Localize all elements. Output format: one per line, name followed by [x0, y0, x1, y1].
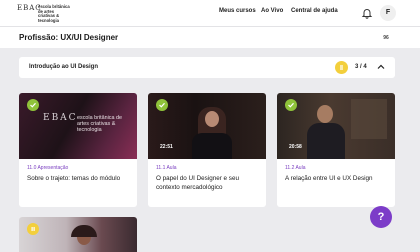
lesson-title[interactable]: A relação entre UI e UX Design [285, 174, 389, 183]
progress-indicator-icon [335, 61, 348, 74]
profession-bar: Profissão: UX/UI Designer 96 [0, 26, 420, 48]
lesson-title[interactable]: O papel do UI Designer e seu contexto me… [156, 174, 260, 192]
logo-text: escola britânica de artes criativas & te… [38, 4, 70, 23]
logo-mark: EBAC [17, 4, 42, 12]
video-duration: 22:51 [160, 144, 173, 150]
chevron-up-icon[interactable] [377, 63, 385, 71]
background-shelf [351, 99, 387, 139]
bell-icon[interactable] [361, 7, 373, 19]
presenter-face [317, 105, 333, 123]
lesson-card[interactable] [19, 217, 137, 252]
lesson-tag: 11.0 Apresentação [27, 165, 69, 171]
lesson-tag: 11.2 Aula [285, 165, 306, 171]
lesson-card[interactable]: 20:58 11.2 Aula A relação entre UI e UX … [277, 93, 395, 207]
nav-meus-cursos[interactable]: Meus cursos [219, 8, 256, 14]
lesson-tag: 11.1 Aula [156, 165, 177, 171]
video-duration: 20:58 [289, 144, 302, 150]
ebac-logo[interactable]: EBAC escola britânica de artes criativas… [17, 4, 70, 23]
lesson-card[interactable]: 22:51 11.1 Aula O papel do UI Designer e… [148, 93, 266, 207]
help-button[interactable]: ? [370, 206, 392, 228]
presenter-face [205, 111, 219, 127]
module-progress: 3 / 4 [355, 64, 367, 70]
module-accordion[interactable]: Introdução ao UI Design 3 / 4 [19, 57, 395, 78]
top-bar: EBAC escola britânica de artes criativas… [0, 0, 420, 26]
nav-central-de-ajuda[interactable]: Central de ajuda [291, 8, 338, 14]
lesson-thumbnail[interactable]: EBAC escola britânica de artes criativas… [19, 93, 137, 159]
completed-check-icon [27, 99, 39, 111]
profession-badge[interactable]: 96 [380, 34, 392, 42]
module-title: Introdução ao UI Design [29, 64, 99, 70]
presenter-body [192, 133, 232, 159]
nav-ao-vivo[interactable]: Ao Vivo [261, 8, 283, 14]
in-progress-icon [27, 223, 39, 235]
completed-check-icon [156, 99, 168, 111]
presenter-body [307, 123, 345, 159]
lesson-title[interactable]: Sobre o trajeto: temas do módulo [27, 174, 131, 183]
thumb-logo-text: escola britânica de artes criativas & te… [77, 115, 122, 133]
page-title: Profissão: UX/UI Designer [19, 33, 119, 42]
lesson-card[interactable]: EBAC escola britânica de artes criativas… [19, 93, 137, 207]
lesson-thumbnail[interactable]: 20:58 [277, 93, 395, 159]
completed-check-icon [285, 99, 297, 111]
avatar[interactable]: F [380, 5, 396, 21]
lesson-thumbnail[interactable]: 22:51 [148, 93, 266, 159]
presenter-hair [71, 225, 97, 237]
thumb-logo-mark: EBAC [43, 113, 78, 123]
lesson-thumbnail[interactable] [19, 217, 137, 252]
